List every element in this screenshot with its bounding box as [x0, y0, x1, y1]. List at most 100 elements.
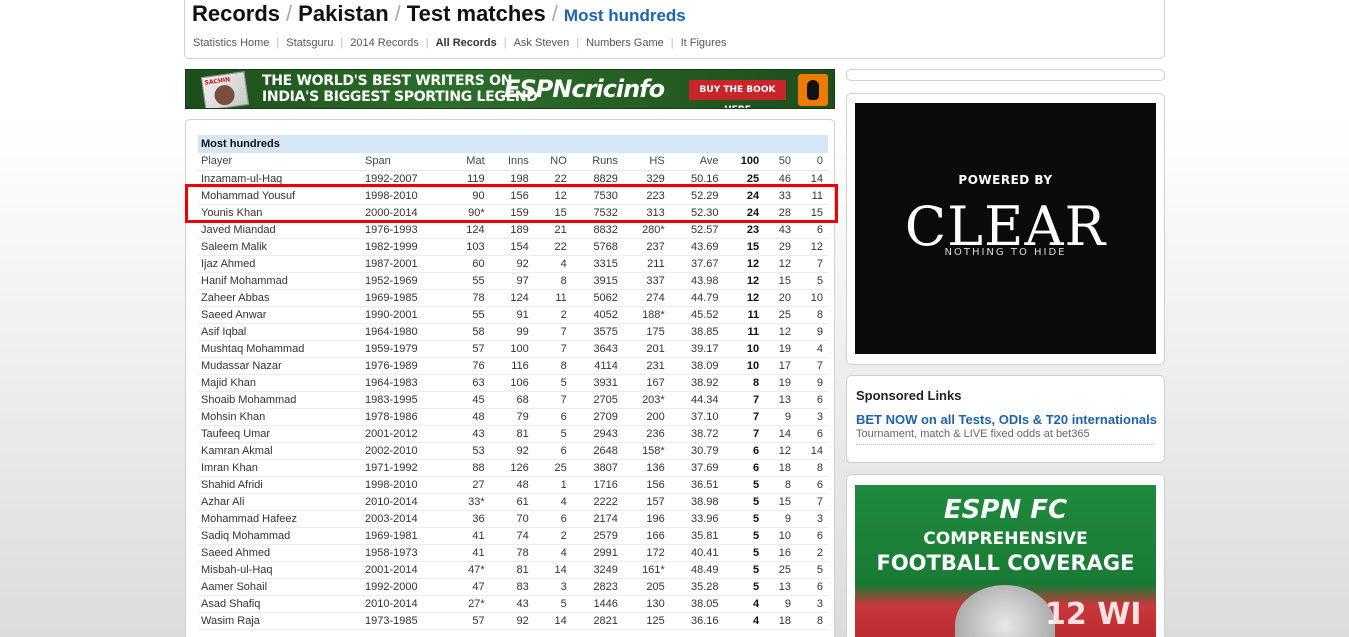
ad-powered-by: POWERED BY [958, 173, 1053, 187]
column-header-ave[interactable]: Ave [669, 153, 724, 171]
cell-fifties: 14 [764, 425, 797, 443]
player-name-link[interactable]: Shahid Afridi [198, 476, 362, 494]
player-name-link[interactable]: Saeed Ahmed [198, 544, 362, 562]
cell-hs: 280* [622, 221, 670, 239]
player-name-link[interactable]: Azhar Ali [198, 493, 362, 511]
cell-hs: 201 [622, 340, 670, 358]
player-name-link[interactable]: Shoaib Mohammad [198, 391, 362, 409]
cell-ave: 30.79 [669, 442, 724, 460]
divider [856, 444, 1154, 445]
player-name-link[interactable]: Mohammad Hafeez [198, 510, 362, 528]
cell-mat: 43 [449, 425, 490, 443]
column-header-span[interactable]: Span [362, 153, 449, 171]
cell-fifties: 12 [764, 442, 797, 460]
column-header-hundreds[interactable]: 100 [723, 153, 765, 171]
breadcrumb-records[interactable]: Records [192, 1, 280, 26]
table-row: Mohsin Khan 1978-1986 48 79 6 2709 200 37.10 7 9 3 [198, 408, 828, 426]
cell-mat: 55 [449, 272, 490, 290]
column-header-player[interactable]: Player [198, 153, 362, 171]
player-name-link[interactable]: Mushtaq Mohammad [198, 340, 362, 358]
player-name-link[interactable]: Taufeeq Umar [198, 425, 362, 443]
trophy-image [955, 585, 1055, 637]
player-name-link[interactable]: Majid Khan [198, 374, 362, 392]
player-name-link[interactable]: Hanif Mohammad [198, 272, 362, 290]
cell-no: 2 [533, 527, 572, 545]
player-name-link[interactable]: Wasim Raja [198, 612, 362, 630]
cell-fifties: 13 [764, 578, 797, 596]
cell-ave: 38.92 [669, 374, 724, 392]
nav-numbers-game[interactable]: Numbers Game [586, 37, 664, 49]
nav-statsguru[interactable]: Statsguru [286, 37, 333, 49]
cell-inns: 70 [489, 510, 534, 528]
cell-ducks: 6 [796, 221, 828, 239]
cell-no: 14 [533, 612, 572, 630]
cell-span: 1964-1980 [362, 323, 449, 341]
cell-ducks: 14 [796, 442, 828, 460]
column-header-hs[interactable]: HS [622, 153, 670, 171]
cell-no: 12 [533, 187, 572, 205]
player-name-link[interactable]: Aamer Sohail [198, 578, 362, 596]
nav-ask-steven[interactable]: Ask Steven [514, 37, 570, 49]
table-row: Asif Iqbal 1964-1980 58 99 7 3575 175 38.85 11 12… [198, 323, 828, 341]
breadcrumb-pakistan[interactable]: Pakistan [298, 1, 389, 26]
buy-book-button[interactable]: BUY THE BOOK HERE [689, 80, 786, 108]
player-name-link[interactable]: Mudassar Nazar [198, 357, 362, 375]
table-body: Inzamam-ul-Haq 1992-2007 119 198 22 8829 329 50… [198, 170, 828, 630]
espnfc-ad[interactable]: ESPN FC COMPREHENSIVE FOOTBALL COVERAGE … [855, 485, 1156, 637]
cell-inns: 126 [489, 459, 534, 477]
cell-ave: 52.30 [669, 204, 724, 222]
player-name-link[interactable]: Younis Khan [198, 204, 362, 222]
table-row: Inzamam-ul-Haq 1992-2007 119 198 22 8829 329 50… [198, 170, 828, 188]
sponsored-link[interactable]: BET NOW on all Tests, ODIs & T20 interna… [856, 412, 1157, 427]
cell-runs: 3807 [571, 459, 623, 477]
player-name-link[interactable]: Misbah-ul-Haq [198, 561, 362, 579]
nav-statistics-home[interactable]: Statistics Home [193, 37, 269, 49]
table-row: Saleem Malik 1982-1999 103 154 22 5768 237 43.6… [198, 238, 828, 256]
cell-hundreds: 4 [723, 612, 765, 630]
cell-hs: 205 [622, 578, 670, 596]
column-header-mat[interactable]: Mat [449, 153, 490, 171]
breadcrumb-test-matches[interactable]: Test matches [407, 1, 546, 26]
cell-mat: 47 [449, 578, 490, 596]
cell-runs: 7532 [571, 204, 623, 222]
column-header-inns[interactable]: Inns [489, 153, 534, 171]
column-header-no[interactable]: NO [533, 153, 572, 171]
player-name-link[interactable]: Ijaz Ahmed [198, 255, 362, 273]
cell-fifties: 12 [764, 255, 797, 273]
nav-it-figures[interactable]: It Figures [681, 37, 727, 49]
nav-2014-records[interactable]: 2014 Records [350, 37, 419, 49]
player-name-link[interactable]: Saleem Malik [198, 238, 362, 256]
cell-hs: 172 [622, 544, 670, 562]
player-name-link[interactable]: Mohammad Yousuf [198, 187, 362, 205]
player-name-link[interactable]: Saeed Anwar [198, 306, 362, 324]
player-name-link[interactable]: Mohsin Khan [198, 408, 362, 426]
cell-ave: 44.34 [669, 391, 724, 409]
cell-ducks: 12 [796, 238, 828, 256]
player-name-link[interactable]: Asad Shafiq [198, 595, 362, 613]
player-name-link[interactable]: Kamran Akmal [198, 442, 362, 460]
table-caption: Most hundreds [198, 135, 828, 153]
column-header-runs[interactable]: Runs [571, 153, 623, 171]
column-header-fifties[interactable]: 50 [764, 153, 797, 171]
cell-inns: 92 [489, 612, 534, 630]
player-name-link[interactable]: Zaheer Abbas [198, 289, 362, 307]
player-name-link[interactable]: Javed Miandad [198, 221, 362, 239]
column-header-ducks[interactable]: 0 [796, 153, 828, 171]
cell-ducks: 5 [796, 272, 828, 290]
espnfc-logo: ESPN FC [943, 495, 1068, 525]
cell-hs: 223 [622, 187, 670, 205]
nav-all-records[interactable]: All Records [436, 37, 497, 49]
cell-hs: 188* [622, 306, 670, 324]
cell-ave: 38.72 [669, 425, 724, 443]
cell-runs: 4114 [571, 357, 623, 375]
table-row: Wasim Raja 1973-1985 57 92 14 2821 125 36.16 4 18… [198, 612, 828, 630]
clear-ad[interactable]: POWERED BY CLEAR NOTHING TO HIDE [855, 103, 1156, 354]
book-banner-ad[interactable]: SACHIN THE WORLD'S BEST WRITERS ON INDIA… [185, 69, 835, 109]
player-name-link[interactable]: Sadiq Mohammad [198, 527, 362, 545]
table-row: Younis Khan 2000-2014 90* 159 15 7532 313 52.30… [198, 204, 828, 222]
player-name-link[interactable]: Imran Khan [198, 459, 362, 477]
player-name-link[interactable]: Inzamam-ul-Haq [198, 170, 362, 188]
cell-no: 5 [533, 374, 572, 392]
player-name-link[interactable]: Asif Iqbal [198, 323, 362, 341]
cell-runs: 2174 [571, 510, 623, 528]
